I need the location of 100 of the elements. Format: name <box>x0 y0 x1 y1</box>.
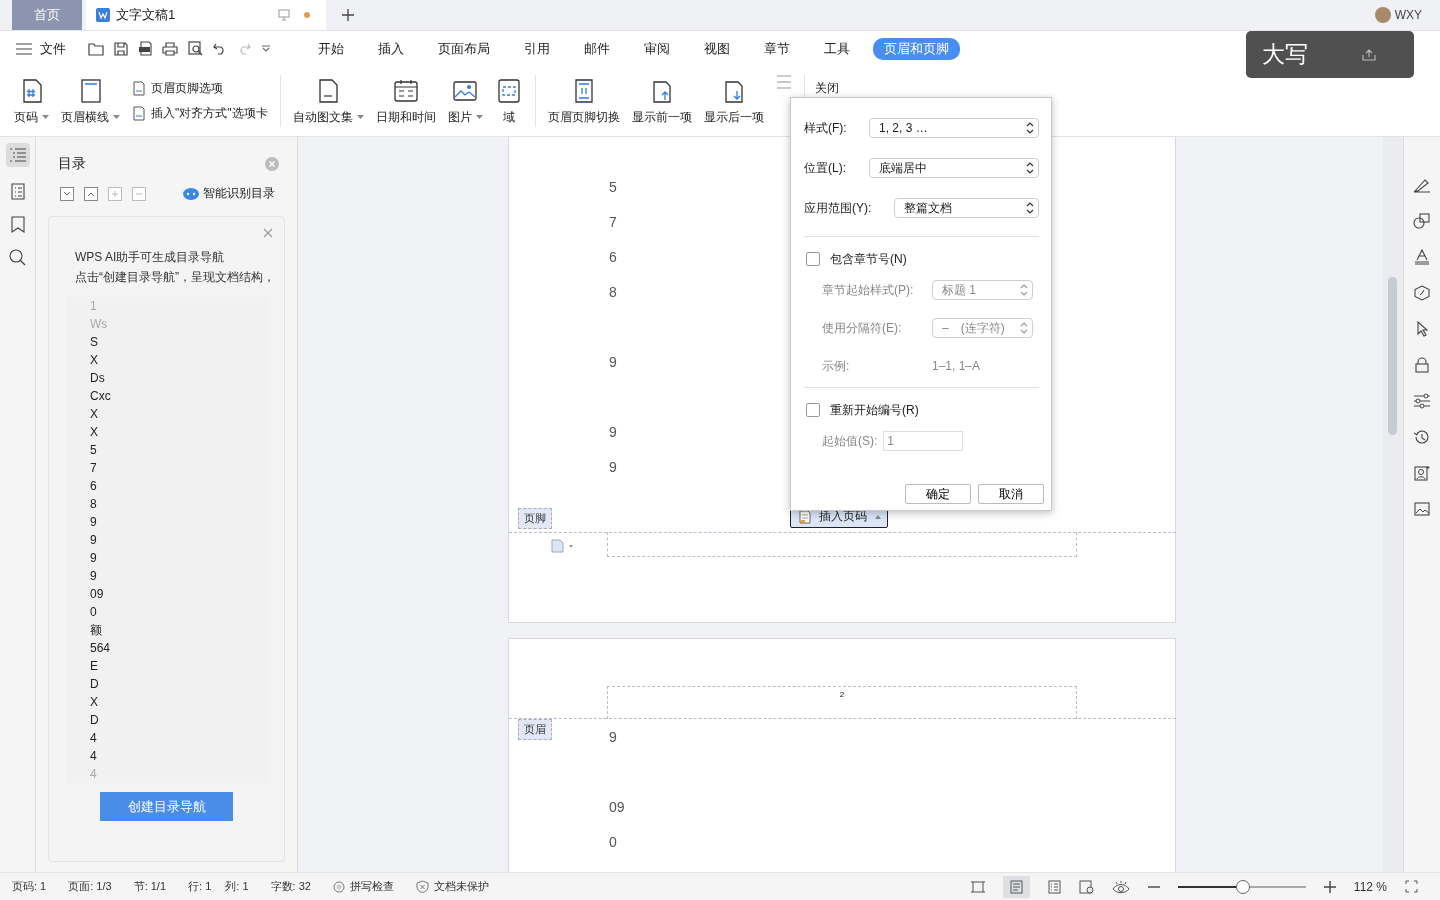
print-icon[interactable] <box>162 41 178 56</box>
web-view-icon[interactable] <box>1078 879 1094 894</box>
outline-item: 9 <box>90 550 98 567</box>
ribbon-tab[interactable]: 视图 <box>693 37 741 60</box>
expand-icon[interactable] <box>60 186 74 201</box>
file-menu[interactable]: 文件 <box>40 39 66 58</box>
avatar-icon[interactable] <box>1374 7 1391 23</box>
dropdown-field[interactable]: 底端居中 <box>869 158 1039 178</box>
outline-item: D <box>90 676 100 693</box>
ribbon-tab[interactable]: 审阅 <box>633 37 681 60</box>
zoom-in-icon[interactable] <box>1323 880 1336 893</box>
collapse-icon[interactable] <box>84 186 98 201</box>
outline-item: Cxc <box>90 388 112 405</box>
eye-icon[interactable] <box>1111 879 1130 894</box>
ribbon-button[interactable]: 图片 <box>441 73 489 129</box>
outline-item: X <box>90 352 99 369</box>
close-button[interactable]: 关闭 <box>814 80 839 97</box>
outline-item: Ws <box>90 316 109 333</box>
share-icon[interactable] <box>1362 48 1376 61</box>
header-label: 页眉 <box>518 719 552 740</box>
shapes-icon[interactable] <box>1413 213 1431 229</box>
ribbon-button[interactable]: 页眉页脚选项 <box>132 80 268 97</box>
outline-item: X <box>90 424 99 441</box>
stepper-icon <box>1026 122 1034 134</box>
outline-item: 9 <box>90 532 98 549</box>
page-view-icon[interactable] <box>1002 875 1030 898</box>
ribbon-tab[interactable]: 工具 <box>813 37 861 60</box>
slider-thumb[interactable] <box>1236 879 1251 894</box>
outline-item: D <box>90 712 100 729</box>
list-icon[interactable] <box>10 183 25 200</box>
pdf-icon[interactable] <box>138 41 152 56</box>
status-text: 页码: 1 <box>12 879 47 894</box>
save-icon[interactable] <box>114 41 128 56</box>
history-icon[interactable] <box>1413 429 1431 445</box>
fullscreen-icon[interactable] <box>1405 880 1418 893</box>
pen-icon[interactable] <box>1413 177 1431 193</box>
dropdown-field[interactable]: 1, 2, 3 … <box>869 118 1039 138</box>
portrait-icon[interactable] <box>1413 465 1431 481</box>
document-icon <box>132 106 146 121</box>
close-icon[interactable] <box>263 228 273 238</box>
ribbon-tab[interactable]: 邮件 <box>573 37 621 60</box>
text-line: 6 <box>609 248 617 267</box>
outline-item: X <box>90 694 99 711</box>
ribbon-tab[interactable]: 页面布局 <box>427 37 501 60</box>
search-icon[interactable] <box>9 249 26 266</box>
page-number: 2 <box>839 690 845 701</box>
text-line: 09 <box>609 798 625 817</box>
dropdown-field[interactable]: – (连字符) <box>932 318 1033 338</box>
outline-item: 9 <box>90 514 98 531</box>
caps-lock-text: 大写 <box>1262 40 1308 69</box>
checkbox-label[interactable]: 重新开始编号(R) <box>830 401 919 419</box>
checkbox[interactable] <box>806 403 820 417</box>
ribbon-button[interactable]: 域 <box>488 73 529 129</box>
outline-item: 4 <box>90 748 98 765</box>
scrollbar[interactable] <box>1383 137 1403 872</box>
spell-check-button[interactable]: 拼写检查 <box>332 879 394 894</box>
folder-icon[interactable] <box>88 41 104 56</box>
menu-icon[interactable] <box>16 42 32 55</box>
circle-icon <box>332 880 345 893</box>
ribbon-button[interactable]: 显示前一项 <box>625 73 698 129</box>
outline-item: X <box>90 406 99 423</box>
ribbon-button[interactable]: 日期和时间 <box>369 73 442 129</box>
zoom-level[interactable]: 112 % <box>1353 879 1387 894</box>
more-icon[interactable] <box>261 44 271 53</box>
image-icon[interactable] <box>1413 501 1431 517</box>
bookmark-icon[interactable] <box>10 216 25 233</box>
dropdown-field[interactable]: 标题 1 <box>932 280 1033 300</box>
ribbon-tab[interactable]: 引用 <box>513 37 561 60</box>
ribbon-button[interactable]: 页码 <box>8 73 55 129</box>
smart-toc-button[interactable]: 智能识别目录 <box>183 185 275 202</box>
fit-page-icon[interactable] <box>970 879 985 894</box>
ribbon-tab[interactable]: 插入 <box>367 37 415 60</box>
hint-text: 点击“创建目录导航”，呈现文档结构， <box>75 269 276 286</box>
outline-icon[interactable] <box>5 143 30 167</box>
dialog-button[interactable]: 取消 <box>978 484 1044 504</box>
preview-icon[interactable] <box>188 41 203 56</box>
header-area[interactable]: 2 <box>607 686 1077 719</box>
outline-item: 0 <box>90 604 98 621</box>
new-tab-icon[interactable] <box>342 9 354 21</box>
dropdown-field[interactable]: 整篇文档 <box>894 198 1039 218</box>
dialog-button[interactable]: 确定 <box>905 484 971 504</box>
ribbon-tab[interactable]: 章节 <box>753 37 801 60</box>
checkbox[interactable] <box>806 252 820 266</box>
ribbon-button[interactable]: 自动图文集 <box>286 73 370 129</box>
ribbon-button[interactable]: 显示后一项 <box>697 73 770 129</box>
lock-icon[interactable] <box>1413 357 1431 373</box>
ribbon-tab[interactable]: 开始 <box>307 37 355 60</box>
document-tab[interactable]: 文字文稿1 <box>86 0 326 30</box>
undo-icon[interactable] <box>213 42 227 55</box>
text-style-icon[interactable] <box>1413 249 1431 265</box>
protection-button[interactable]: 文档未保护 <box>415 879 489 894</box>
panel-title: 目录 <box>58 155 86 173</box>
checkbox-label[interactable]: 包含章节号(N) <box>830 250 907 268</box>
ribbon-button[interactable]: 页眉页脚切换 <box>541 73 626 129</box>
ribbon-button[interactable]: 页眉横线 <box>55 73 126 129</box>
sliders-icon[interactable] <box>1413 393 1431 409</box>
hexagon-icon[interactable] <box>1413 285 1431 301</box>
outline-item: S <box>90 334 99 351</box>
user-name[interactable]: WXY <box>1394 8 1422 22</box>
ribbon-button[interactable]: 插入"对齐方式"选项卡 <box>132 105 268 122</box>
